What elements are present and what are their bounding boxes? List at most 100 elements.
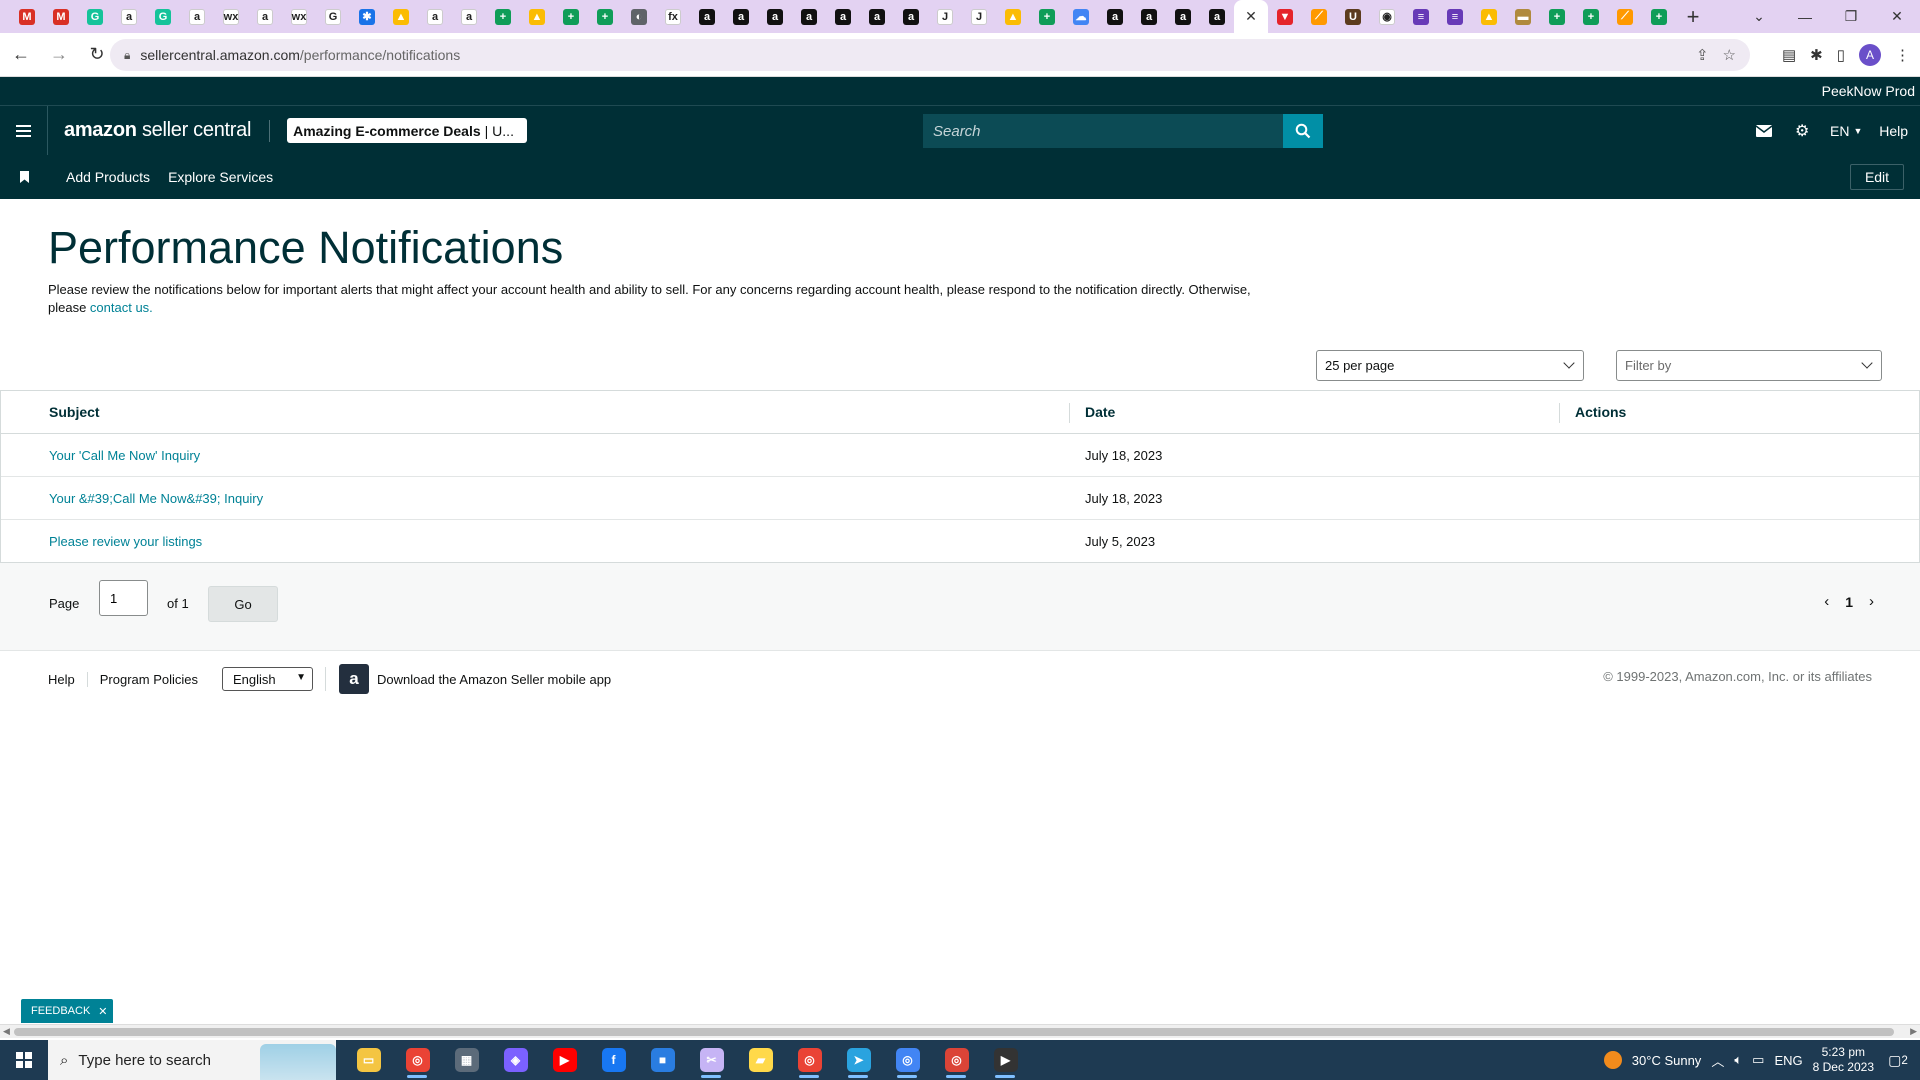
go-button[interactable]: Go xyxy=(208,586,278,622)
next-page-icon[interactable]: › xyxy=(1869,593,1874,610)
seller-central-logo[interactable]: amazon seller central xyxy=(64,119,251,142)
mail-icon[interactable] xyxy=(1745,106,1783,156)
store-marketplace-selector[interactable]: Amazing E-commerce Deals | U... xyxy=(287,118,528,143)
browser-tab[interactable]: a xyxy=(1166,0,1200,33)
share-icon[interactable]: ⇪ xyxy=(1696,46,1709,64)
browser-tab[interactable]: ⟋ xyxy=(1302,0,1336,33)
browser-tab[interactable]: a xyxy=(180,0,214,33)
browser-tab[interactable]: ◉ xyxy=(1370,0,1404,33)
nav-explore-services[interactable]: Explore Services xyxy=(168,169,273,185)
horizontal-scrollbar[interactable]: ◀ ▶ xyxy=(0,1024,1920,1038)
new-tab-button[interactable]: + xyxy=(1676,0,1710,33)
current-page-number[interactable]: 1 xyxy=(1845,594,1853,610)
taskbar-app[interactable]: ◈ xyxy=(491,1040,540,1080)
profile-avatar[interactable]: A xyxy=(1859,44,1881,66)
browser-tab[interactable]: M xyxy=(44,0,78,33)
browser-tab[interactable]: + xyxy=(1540,0,1574,33)
browser-tab[interactable]: ▬ xyxy=(1506,0,1540,33)
browser-tab[interactable]: + xyxy=(486,0,520,33)
browser-tab[interactable]: G xyxy=(78,0,112,33)
active-tab[interactable]: ✕ xyxy=(1234,0,1268,33)
taskbar-app[interactable]: ■ xyxy=(638,1040,687,1080)
reload-button[interactable]: ↻ xyxy=(80,38,114,72)
notification-subject-link[interactable]: Your &#39;Call Me Now&#39; Inquiry xyxy=(49,491,263,506)
browser-tab[interactable]: a xyxy=(792,0,826,33)
browser-tab[interactable]: ▲ xyxy=(384,0,418,33)
side-panel-icon[interactable]: ▯ xyxy=(1837,46,1845,64)
browser-tab[interactable]: a xyxy=(1098,0,1132,33)
network-icon[interactable]: ▭ xyxy=(1752,1052,1764,1068)
taskbar-search[interactable]: ⌕ Type here to search xyxy=(48,1040,336,1080)
browser-tab[interactable]: U xyxy=(1336,0,1370,33)
browser-tab[interactable]: + xyxy=(1030,0,1064,33)
filter-by-select[interactable]: Filter by xyxy=(1616,350,1882,381)
extensions-puzzle-icon[interactable]: ✱ xyxy=(1810,46,1823,64)
browser-tab[interactable]: ▲ xyxy=(520,0,554,33)
browser-tab[interactable]: wx xyxy=(282,0,316,33)
browser-tab[interactable]: ▼ xyxy=(1268,0,1302,33)
taskbar-app[interactable]: ▶ xyxy=(981,1040,1030,1080)
browser-tab[interactable]: a xyxy=(1132,0,1166,33)
taskbar-app[interactable]: ▦ xyxy=(442,1040,491,1080)
browser-tab[interactable]: ≡ xyxy=(1438,0,1472,33)
browser-tab[interactable]: + xyxy=(1574,0,1608,33)
browser-tab[interactable]: + xyxy=(1642,0,1676,33)
browser-tab[interactable]: ≡ xyxy=(1404,0,1438,33)
browser-tab[interactable]: ☁ xyxy=(1064,0,1098,33)
per-page-select[interactable]: 25 per page xyxy=(1316,350,1584,381)
browser-tab[interactable]: ◐ xyxy=(622,0,656,33)
footer-program-policies-link[interactable]: Program Policies xyxy=(88,672,210,687)
language-selector[interactable]: EN ▼ xyxy=(1821,106,1871,156)
windows-start-button[interactable] xyxy=(0,1040,48,1080)
amazon-seller-app-icon[interactable]: a xyxy=(339,664,370,694)
weather-text[interactable]: 30°C Sunny xyxy=(1632,1053,1702,1068)
browser-tab[interactable]: a xyxy=(758,0,792,33)
close-tab-icon[interactable]: ✕ xyxy=(1245,8,1257,25)
settings-gear-icon[interactable]: ⚙ xyxy=(1783,106,1821,156)
notification-center-icon[interactable]: ▢ 2 xyxy=(1884,1046,1912,1074)
column-subject[interactable]: Subject xyxy=(0,390,1069,434)
browser-tab[interactable]: ▲ xyxy=(1472,0,1506,33)
browser-tab[interactable]: a xyxy=(690,0,724,33)
minimize-button[interactable]: — xyxy=(1782,0,1828,33)
browser-tab[interactable]: a xyxy=(1200,0,1234,33)
taskbar-app[interactable]: ✂ xyxy=(687,1040,736,1080)
taskbar-app[interactable]: ▶ xyxy=(540,1040,589,1080)
scroll-left-icon[interactable]: ◀ xyxy=(3,1026,10,1037)
scrollbar-thumb[interactable] xyxy=(14,1028,1894,1036)
taskbar-app[interactable]: ▰ xyxy=(736,1040,785,1080)
footer-help-link[interactable]: Help xyxy=(0,671,88,687)
browser-tab[interactable]: J xyxy=(962,0,996,33)
taskbar-app[interactable]: ◎ xyxy=(393,1040,442,1080)
help-link[interactable]: Help xyxy=(1871,123,1920,139)
page-number-input[interactable] xyxy=(99,580,148,616)
hamburger-menu-icon[interactable] xyxy=(0,105,48,156)
weather-icon[interactable] xyxy=(1603,1051,1622,1069)
speaker-icon[interactable]: 🔈︎ xyxy=(1734,1052,1742,1068)
scroll-right-icon[interactable]: ▶ xyxy=(1910,1026,1917,1037)
notification-subject-link[interactable]: Please review your listings xyxy=(49,534,202,549)
browser-tab[interactable]: M xyxy=(10,0,44,33)
browser-tab[interactable]: ✱ xyxy=(350,0,384,33)
taskbar-app[interactable]: ◎ xyxy=(785,1040,834,1080)
show-hidden-icons-icon[interactable]: ︿ xyxy=(1711,1051,1724,1070)
search-button[interactable] xyxy=(1283,114,1323,148)
search-input[interactable] xyxy=(923,114,1283,148)
browser-tab[interactable]: G xyxy=(146,0,180,33)
column-date[interactable]: Date xyxy=(1069,390,1559,434)
notification-subject-link[interactable]: Your 'Call Me Now' Inquiry xyxy=(49,448,200,463)
browser-tab[interactable]: a xyxy=(452,0,486,33)
forward-button[interactable]: → xyxy=(42,38,76,72)
browser-tab[interactable]: a xyxy=(860,0,894,33)
input-language[interactable]: ENG xyxy=(1774,1053,1802,1068)
browser-tab[interactable]: fx xyxy=(656,0,690,33)
browser-tab[interactable]: a xyxy=(826,0,860,33)
back-button[interactable]: ← xyxy=(4,38,38,72)
nav-add-products[interactable]: Add Products xyxy=(66,169,150,185)
taskbar-app[interactable]: f xyxy=(589,1040,638,1080)
address-bar[interactable]: 🔒︎ sellercentral.amazon.com/performance/… xyxy=(110,39,1750,71)
taskbar-app[interactable]: ➤ xyxy=(834,1040,883,1080)
browser-tab[interactable]: a xyxy=(112,0,146,33)
browser-tab[interactable]: G xyxy=(316,0,350,33)
edit-bookmarks-button[interactable]: Edit xyxy=(1850,164,1904,190)
